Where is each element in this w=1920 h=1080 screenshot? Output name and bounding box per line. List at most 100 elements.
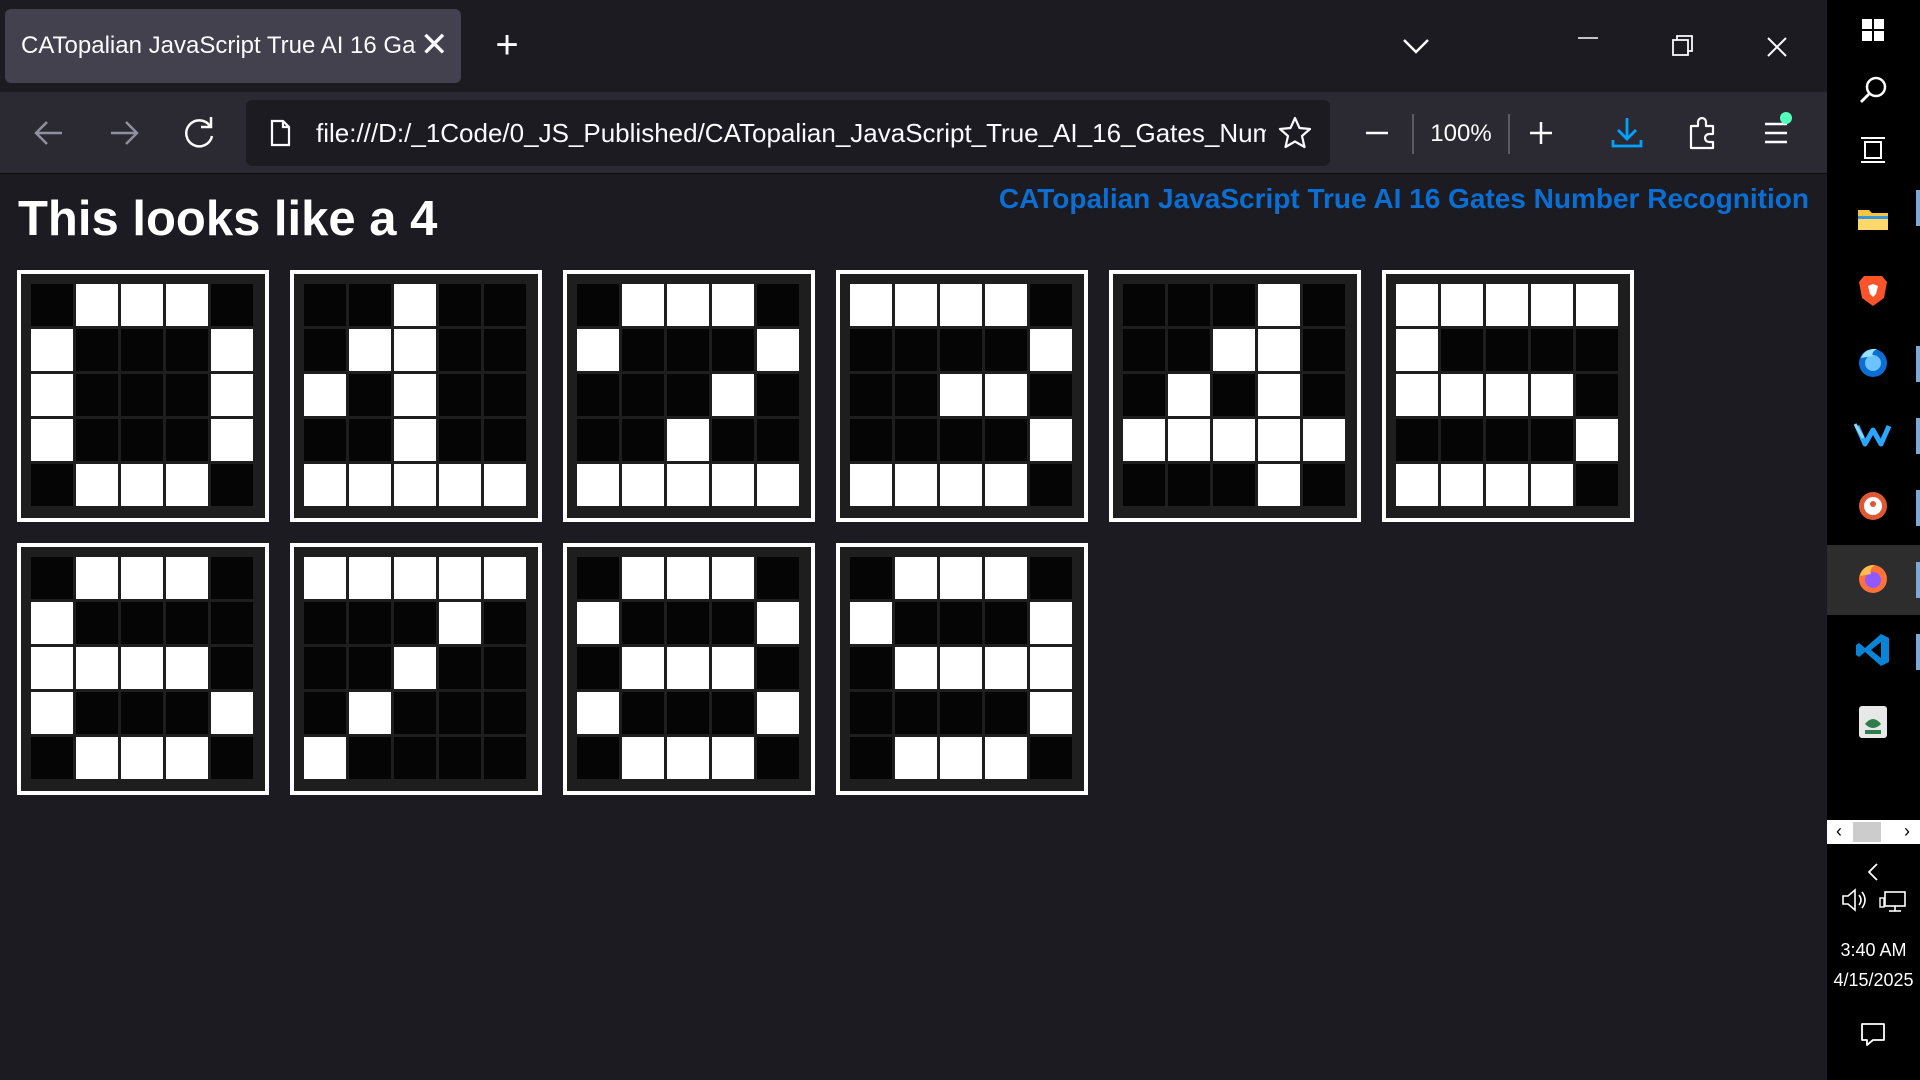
firefox-developer-icon[interactable] xyxy=(1851,340,1895,384)
digit-cell xyxy=(985,602,1027,644)
digit-cell xyxy=(985,329,1027,371)
digit-cell xyxy=(1168,374,1210,416)
digit-cell xyxy=(1303,284,1345,326)
digit-cell xyxy=(1576,464,1618,506)
digit-cell xyxy=(757,647,799,689)
digit-cell xyxy=(121,464,163,506)
digit-cell xyxy=(622,737,664,779)
digit-cell xyxy=(349,692,391,734)
minimize-icon[interactable] xyxy=(1566,20,1610,72)
digit-cell xyxy=(1441,284,1483,326)
digit-cell xyxy=(166,374,208,416)
digit-cell xyxy=(667,329,709,371)
tab-close-icon[interactable]: ✕ xyxy=(420,9,449,83)
digit-cell xyxy=(1258,374,1300,416)
digit-grid-7[interactable] xyxy=(290,543,542,795)
digit-cell xyxy=(895,557,937,599)
vscode-icon[interactable] xyxy=(1851,628,1895,672)
digit-cell xyxy=(31,737,73,779)
digit-cell xyxy=(940,692,982,734)
digit-grid-5[interactable] xyxy=(1382,270,1634,522)
digit-cell xyxy=(1258,419,1300,461)
wavebox-icon[interactable] xyxy=(1851,412,1895,456)
url-text[interactable]: file:///D:/_1Code/0_JS_Published/CATopal… xyxy=(316,100,1266,166)
digit-cell xyxy=(1030,329,1072,371)
app-icon[interactable] xyxy=(1851,700,1895,744)
digit-grid-2[interactable] xyxy=(563,270,815,522)
download-icon[interactable] xyxy=(1600,106,1654,160)
digit-cell xyxy=(1486,419,1528,461)
digit-grid-0[interactable] xyxy=(17,270,269,522)
digit-cell xyxy=(712,737,754,779)
scroll-left-icon[interactable]: ‹ xyxy=(1829,820,1849,844)
digit-cell xyxy=(304,737,346,779)
restore-icon[interactable] xyxy=(1661,20,1705,72)
digit-cell xyxy=(166,692,208,734)
active-tab[interactable]: CATopalian JavaScript True AI 16 Gates N… xyxy=(5,9,461,83)
duckduckgo-icon[interactable] xyxy=(1851,484,1895,528)
digit-cell xyxy=(394,647,436,689)
digit-grid-4[interactable] xyxy=(1109,270,1361,522)
digit-cell xyxy=(622,692,664,734)
digit-cell xyxy=(712,557,754,599)
digit-cell xyxy=(31,284,73,326)
digit-cell xyxy=(394,557,436,599)
scroll-thumb[interactable] xyxy=(1853,822,1881,842)
digit-grid-9[interactable] xyxy=(836,543,1088,795)
task-view-icon[interactable] xyxy=(1851,128,1895,172)
digit-cell xyxy=(850,602,892,644)
digit-grid-3[interactable] xyxy=(836,270,1088,522)
digit-grid-6[interactable] xyxy=(17,543,269,795)
back-arrow-icon[interactable] xyxy=(22,106,76,160)
new-tab-button[interactable]: + xyxy=(486,20,528,72)
digit-cell xyxy=(304,419,346,461)
digit-cell xyxy=(712,329,754,371)
scroll-right-icon[interactable]: › xyxy=(1897,820,1917,844)
reload-icon[interactable] xyxy=(172,106,226,160)
address-bar[interactable]: file:///D:/_1Code/0_JS_Published/CATopal… xyxy=(246,100,1330,166)
forward-arrow-icon[interactable] xyxy=(97,106,151,160)
digit-cell xyxy=(121,329,163,371)
file-explorer-icon[interactable] xyxy=(1851,197,1895,241)
windows-start-icon[interactable] xyxy=(1851,8,1895,52)
window-close-icon[interactable] xyxy=(1755,20,1799,72)
firefox-icon[interactable] xyxy=(1851,556,1895,600)
network-icon[interactable] xyxy=(1873,880,1913,920)
digit-cell xyxy=(76,692,118,734)
digit-cell xyxy=(121,737,163,779)
digit-cell xyxy=(31,692,73,734)
chevron-down-icon[interactable] xyxy=(1398,26,1434,66)
digit-cell xyxy=(121,692,163,734)
digit-cell xyxy=(349,737,391,779)
star-icon[interactable] xyxy=(1276,114,1314,152)
digit-cell xyxy=(850,557,892,599)
digit-cell xyxy=(1486,329,1528,371)
digit-grid-1[interactable] xyxy=(290,270,542,522)
search-icon[interactable] xyxy=(1851,68,1895,112)
menu-icon[interactable] xyxy=(1750,106,1804,160)
taskbar-scrollbar[interactable]: ‹ › xyxy=(1827,820,1920,844)
digit-grid-8[interactable] xyxy=(563,543,815,795)
brave-browser-icon[interactable] xyxy=(1851,268,1895,312)
digit-cell xyxy=(484,329,526,371)
zoom-out-icon[interactable] xyxy=(1350,106,1404,160)
notification-icon[interactable] xyxy=(1851,1012,1895,1056)
extensions-icon[interactable] xyxy=(1676,106,1730,160)
speaker-icon[interactable] xyxy=(1835,880,1875,920)
clock-date[interactable]: 4/15/2025 xyxy=(1827,970,1920,991)
digit-cell xyxy=(166,737,208,779)
digit-cell xyxy=(895,647,937,689)
digit-cell xyxy=(757,557,799,599)
clock-time[interactable]: 3:40 AM xyxy=(1827,940,1920,961)
digit-cell xyxy=(577,737,619,779)
digit-cell xyxy=(304,692,346,734)
digit-cell xyxy=(1123,419,1165,461)
zoom-level[interactable]: 100% xyxy=(1412,114,1510,154)
digit-cell xyxy=(304,464,346,506)
digit-cell xyxy=(712,647,754,689)
digit-cell xyxy=(577,329,619,371)
digit-cell xyxy=(667,737,709,779)
digit-cell xyxy=(985,647,1027,689)
zoom-in-icon[interactable] xyxy=(1514,106,1568,160)
digit-cell xyxy=(1258,284,1300,326)
